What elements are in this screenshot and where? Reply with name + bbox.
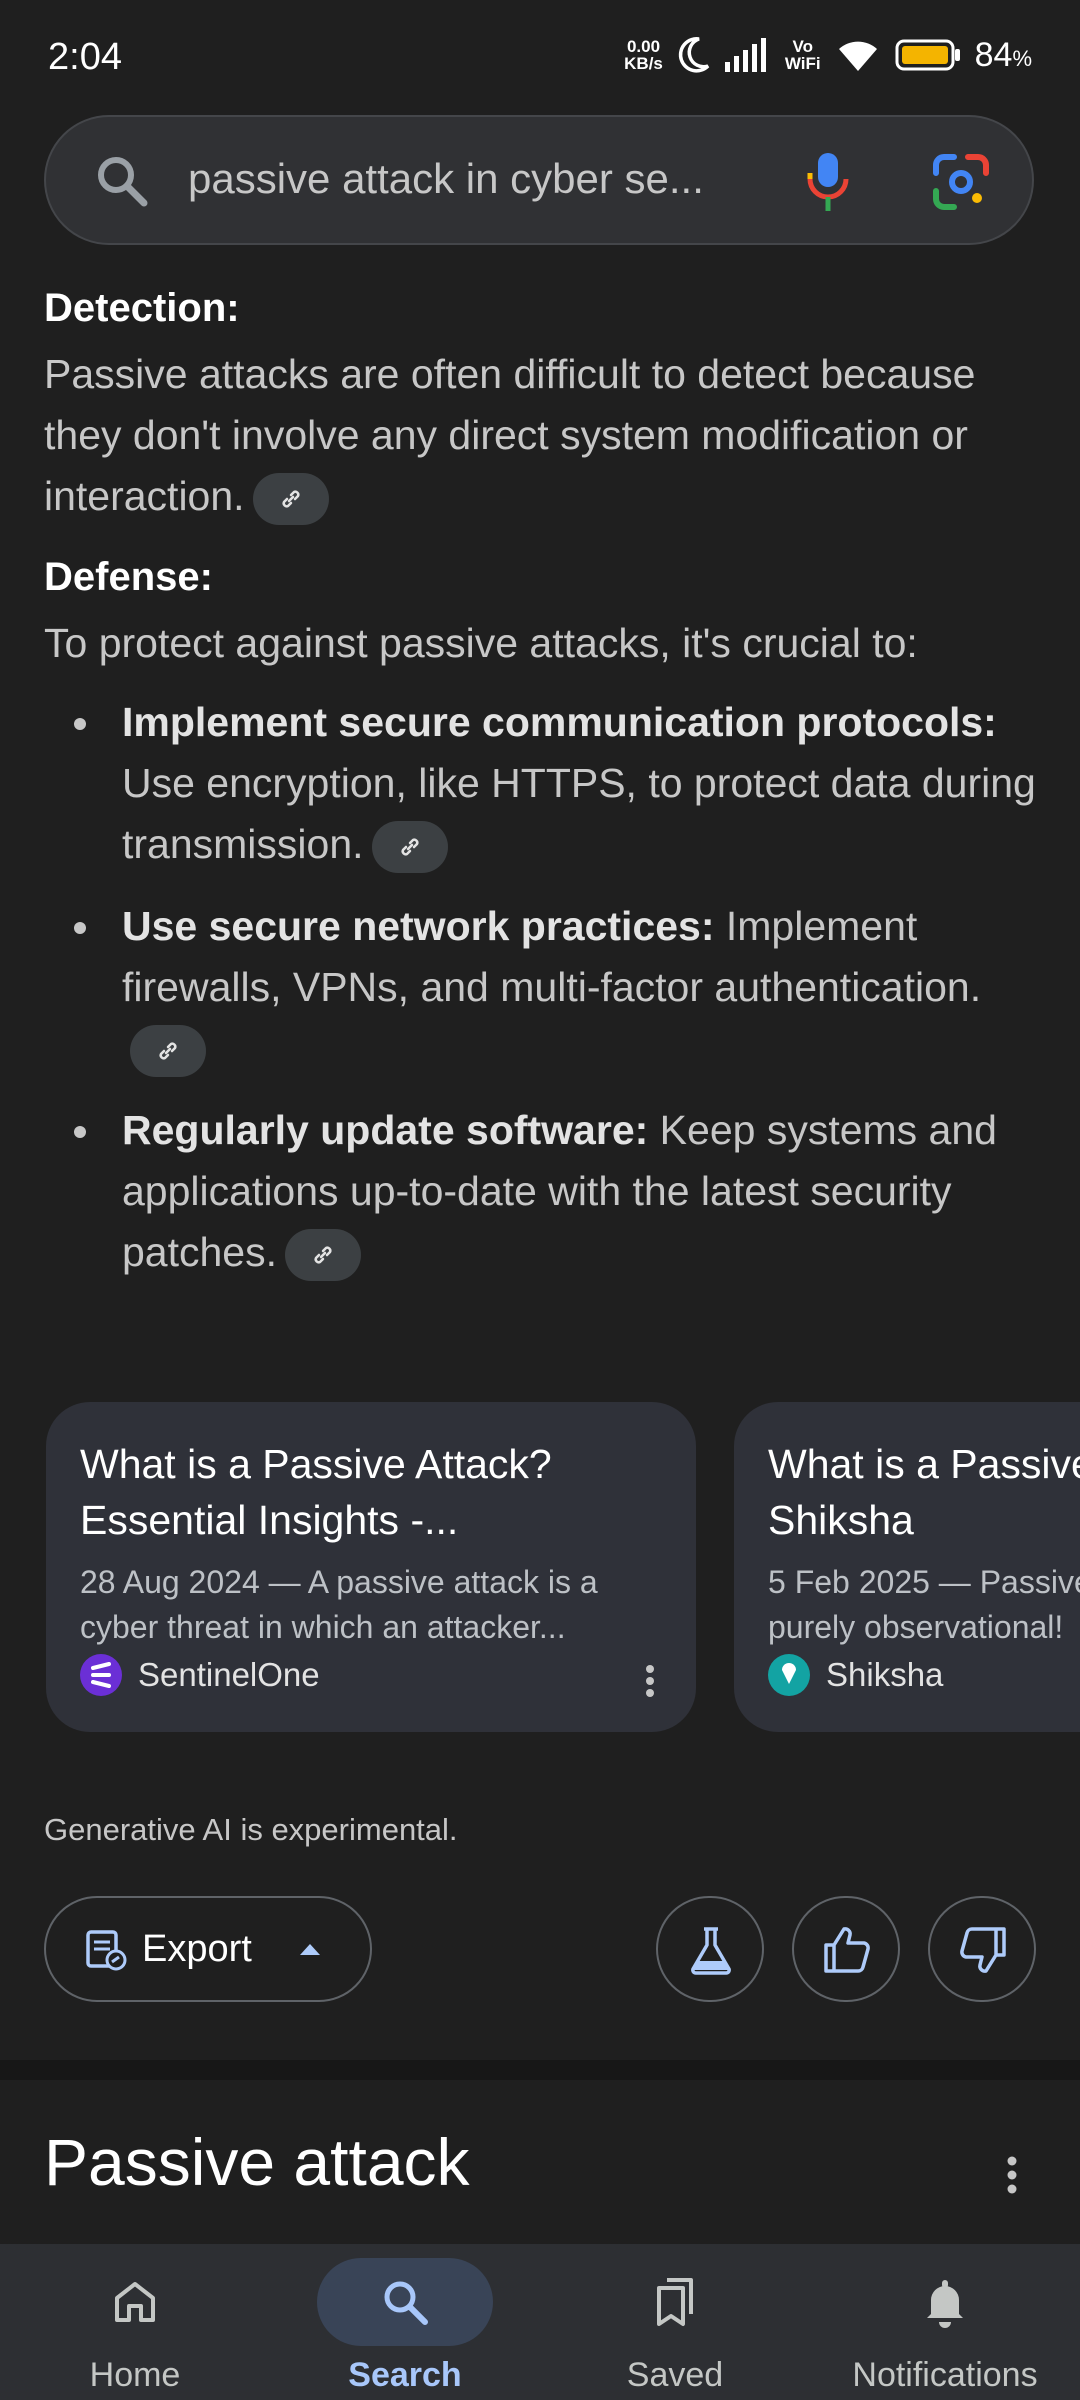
nav-home-label: Home (89, 2356, 181, 2394)
defense-intro: To protect against passive attacks, it's… (44, 620, 918, 666)
source-card[interactable]: What is a Passive Attack? Shiksha 5 Feb … (734, 1402, 1080, 1732)
vowifi-indicator: Vo WiFi (784, 37, 821, 73)
nav-saved-label: Saved (626, 2356, 724, 2394)
link-icon (282, 490, 300, 508)
shiksha-logo-icon (768, 1654, 810, 1696)
nav-notifications-icon-container (857, 2258, 1033, 2346)
search-icon (384, 2281, 428, 2325)
search-icon (98, 157, 148, 207)
link-icon (314, 1246, 332, 1264)
more-vert-icon[interactable] (1006, 2156, 1018, 2194)
bell-icon (927, 2280, 963, 2328)
bullet-dot (74, 922, 86, 934)
thumbs-up-button[interactable] (792, 1896, 900, 2002)
citation-chip[interactable] (285, 1229, 361, 1282)
nav-saved[interactable]: Saved (540, 2244, 810, 2400)
source-cards-carousel[interactable]: What is a Passive Attack? Essential Insi… (46, 1402, 1080, 1732)
sentinelone-logo-icon (80, 1654, 122, 1696)
nav-home[interactable]: Home (0, 2244, 270, 2400)
export-icon (86, 1930, 127, 1971)
section-title: Passive attack (44, 2125, 470, 2199)
defense-heading: Defense: (44, 555, 213, 599)
card-title: What is a Passive Attack? Shiksha (768, 1441, 1080, 1543)
status-icons: 0.00 KB/s Vo WiFi 84% (624, 30, 1032, 80)
wifi-icon (838, 41, 877, 71)
network-speed: 0.00 KB/s (624, 37, 663, 73)
nav-search-icon-container (317, 2258, 493, 2346)
bookmarks-icon (657, 2278, 693, 2326)
detection-text: Passive attacks are often difficult to d… (44, 344, 1044, 527)
nav-home-icon-container (47, 2258, 223, 2346)
nav-saved-icon-container (587, 2258, 763, 2346)
card-snippet: 5 Feb 2025 — Passive attacks are purely … (768, 1564, 1080, 1645)
list-item: Implement secure communication protocols… (44, 692, 1044, 875)
card-snippet: 28 Aug 2024 — A passive attack is a cybe… (80, 1564, 598, 1645)
battery-icon (895, 39, 960, 71)
card-title: What is a Passive Attack? Essential Insi… (80, 1441, 552, 1543)
labs-button[interactable] (656, 1896, 764, 2002)
bullet-dot (74, 718, 86, 730)
detection-heading: Detection: (44, 286, 240, 330)
lens-icon[interactable] (932, 153, 990, 211)
home-icon (115, 2282, 155, 2322)
nav-search-label: Search (348, 2356, 462, 2394)
battery-percent: 84% (974, 35, 1032, 74)
mic-icon[interactable] (806, 151, 850, 213)
more-vert-icon[interactable] (644, 1664, 656, 1698)
status-bar: 2:04 0.00 KB/s Vo WiFi 84% (0, 0, 1080, 110)
citation-chip[interactable] (130, 1025, 206, 1078)
moon-icon (678, 37, 710, 73)
citation-chip[interactable] (371, 821, 448, 874)
bottom-navigation: Home Search Saved Notifications (0, 2244, 1080, 2400)
card-source: SentinelOne (80, 1654, 320, 1696)
ai-disclaimer: Generative AI is experimental. (44, 1812, 458, 1847)
status-time: 2:04 (48, 36, 122, 78)
list-item: Regularly update software: Keep systems … (44, 1100, 1044, 1283)
nav-search[interactable]: Search (270, 2244, 540, 2400)
export-label: Export (142, 1928, 252, 1970)
thumbs-down-icon (960, 1927, 1006, 1973)
bullet-dot (74, 1126, 86, 1138)
citation-chip[interactable] (252, 473, 329, 526)
nav-notifications[interactable]: Notifications (810, 2244, 1080, 2400)
defense-list: Implement secure communication protocols… (44, 692, 1044, 1283)
list-item: Use secure network practices: Implement … (44, 896, 1044, 1079)
source-card[interactable]: What is a Passive Attack? Essential Insi… (46, 1402, 696, 1732)
thumbs-down-button[interactable] (928, 1896, 1036, 2002)
export-button[interactable]: Export (44, 1896, 372, 2002)
nav-notifications-label: Notifications (852, 2356, 1038, 2394)
caret-up-icon (300, 1944, 320, 1955)
thumbs-up-icon (824, 1927, 870, 1973)
flask-icon (691, 1927, 731, 1975)
ai-overview: Detection: Passive attacks are often dif… (44, 270, 1044, 1304)
card-source: Shiksha (768, 1654, 943, 1696)
link-icon (400, 838, 419, 856)
search-bar[interactable]: passive attack in cyber se... (44, 115, 1034, 245)
search-query[interactable]: passive attack in cyber se... (188, 155, 704, 203)
signal-icon (724, 38, 766, 72)
section-divider (0, 2060, 1080, 2080)
link-icon (159, 1042, 177, 1060)
